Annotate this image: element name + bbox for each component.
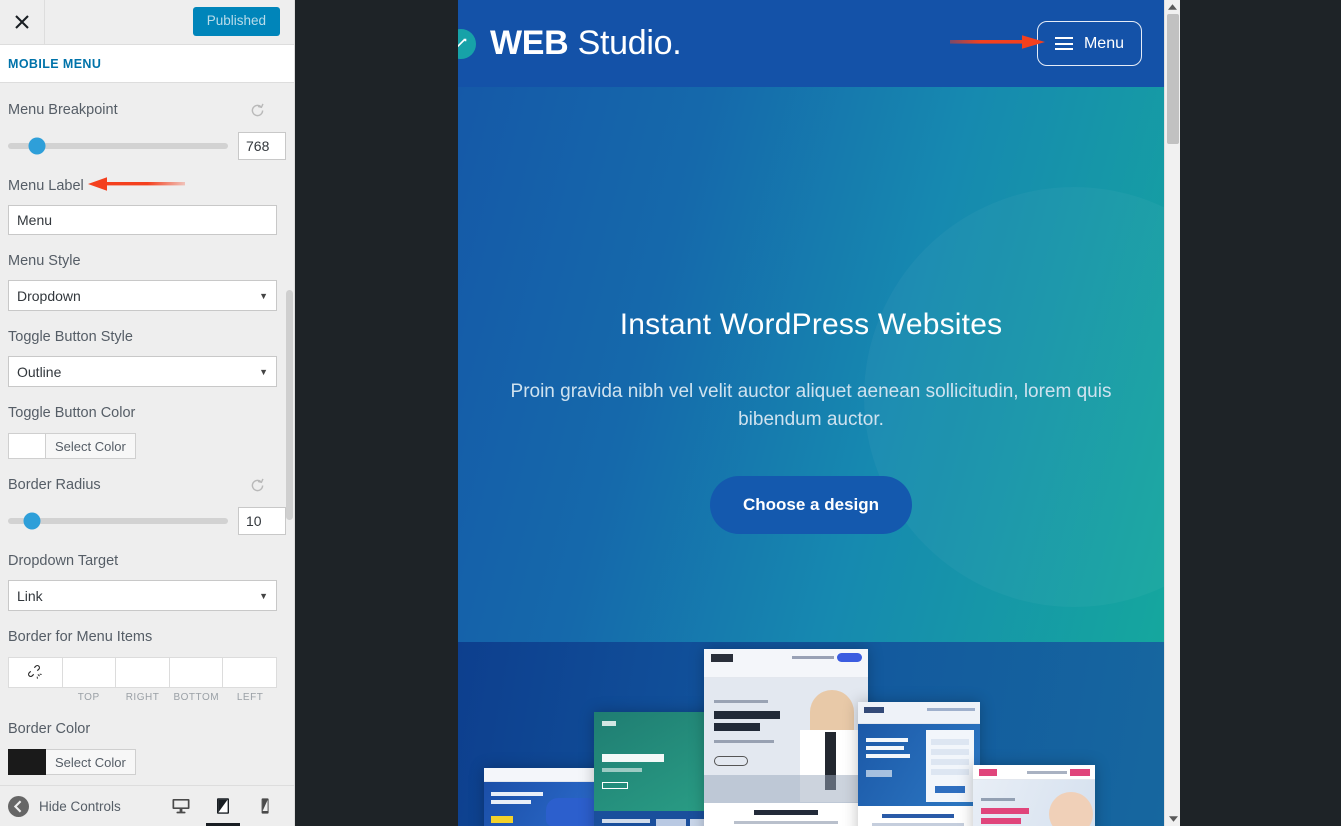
preview-scrollbar-track[interactable] xyxy=(1164,0,1180,826)
legend-top: TOP xyxy=(77,692,100,703)
hide-controls-button[interactable]: Hide Controls xyxy=(0,795,121,817)
unlink-icon[interactable] xyxy=(8,657,63,688)
control-label: Menu Breakpoint xyxy=(8,102,118,118)
border-left-input[interactable] xyxy=(223,657,277,688)
reset-icon[interactable] xyxy=(249,102,286,119)
mobile-menu-toggle-label: Menu xyxy=(1083,34,1124,52)
hero-subtitle: Proin gravida nibh vel velit auctor aliq… xyxy=(510,381,1112,430)
hero-section: Instant WordPress Websites Proin gravida… xyxy=(458,87,1164,642)
control-label: Border Radius xyxy=(8,477,101,493)
sidebar-controls-list: Menu Breakpoint Men xyxy=(0,84,294,785)
customizer-sidebar: Published MOBILE MENU Menu Breakpoint 76… xyxy=(0,0,295,826)
backdrop-right xyxy=(1180,0,1341,826)
slider-thumb[interactable] xyxy=(28,137,46,155)
close-icon[interactable] xyxy=(0,0,45,44)
publish-button[interactable]: Published xyxy=(192,7,280,36)
control-label: Toggle Button Style xyxy=(8,329,133,345)
scroll-down-icon[interactable] xyxy=(1165,812,1180,826)
menu-label-input[interactable] xyxy=(8,205,277,235)
control-label: Border Color xyxy=(8,721,91,737)
toggle-button-style-select[interactable]: Outline xyxy=(8,356,277,387)
slider-thumb[interactable] xyxy=(23,512,41,530)
hamburger-icon xyxy=(1054,34,1073,54)
menu-breakpoint-slider[interactable] xyxy=(8,137,228,155)
site-logo[interactable]: WEB Studio. xyxy=(458,24,682,63)
toggle-button-select-color-button[interactable]: Select Color xyxy=(46,433,136,459)
border-select-color-button[interactable]: Select Color xyxy=(46,749,136,775)
border-color-swatch[interactable] xyxy=(8,749,46,775)
hero-title: Instant WordPress Websites xyxy=(619,308,1003,341)
mobile-menu-toggle-button[interactable]: Menu xyxy=(1036,21,1142,66)
legend-right: RIGHT xyxy=(125,692,160,703)
logo-bold: WEB xyxy=(490,24,569,62)
control-label: Menu Label xyxy=(8,178,84,194)
toggle-button-color-swatch[interactable] xyxy=(8,433,46,459)
collapse-icon xyxy=(8,795,29,817)
site-header: WEB Studio. Menu xyxy=(458,0,1164,87)
hide-controls-label: Hide Controls xyxy=(39,798,121,814)
template-thumbnail-car[interactable] xyxy=(484,768,606,826)
logo-light: Studio. xyxy=(568,24,682,62)
control-label: Border for Menu Items xyxy=(8,629,153,645)
control-menu-breakpoint: Menu Breakpoint xyxy=(8,84,286,160)
border-radius-input[interactable] xyxy=(238,507,286,535)
sidebar-topbar: Published xyxy=(0,0,294,45)
control-toggle-button-color: Toggle Button Color Select Color xyxy=(8,387,286,459)
control-toggle-button-style: Toggle Button Style Outline ▼ xyxy=(8,311,286,387)
choose-a-design-button[interactable]: Choose a design xyxy=(710,476,912,534)
site-preview-frame: WEB Studio. Menu Instant WordPress Websi… xyxy=(458,0,1180,826)
sidebar-footer: Hide Controls xyxy=(0,785,294,826)
reset-icon[interactable] xyxy=(249,477,286,494)
legend-spacer: - xyxy=(8,692,62,703)
template-thumbnail-med[interactable] xyxy=(973,765,1095,826)
panel-title: MOBILE MENU xyxy=(0,45,294,83)
menu-style-select[interactable]: Dropdown xyxy=(8,280,277,311)
template-thumbnail-main[interactable] xyxy=(704,649,868,826)
control-menu-style: Menu Style Dropdown ▼ xyxy=(8,235,286,311)
scroll-up-icon[interactable] xyxy=(1165,0,1180,14)
control-dropdown-target: Dropdown Target Link ▼ xyxy=(8,535,286,611)
customizer-screen: Published MOBILE MENU Menu Breakpoint 76… xyxy=(0,0,1341,826)
template-collage xyxy=(458,642,1164,826)
site-logo-text: WEB Studio. xyxy=(490,24,682,63)
menu-breakpoint-input[interactable] xyxy=(238,132,286,160)
legend-bottom: BOTTOM xyxy=(173,692,220,703)
circle-brand-icon xyxy=(458,28,476,59)
legend-left: LEFT xyxy=(236,692,264,703)
border-radius-slider[interactable] xyxy=(8,512,228,530)
border-top-input[interactable] xyxy=(62,657,117,688)
desktop-icon[interactable] xyxy=(160,786,202,826)
control-border-radius: Border Radius xyxy=(8,459,286,535)
border-bottom-input[interactable] xyxy=(169,657,224,688)
preview-scrollbar-thumb[interactable] xyxy=(1167,14,1179,144)
border-right-input[interactable] xyxy=(116,657,170,688)
device-preview-buttons xyxy=(160,786,286,826)
control-menu-label: Menu Label xyxy=(8,160,286,235)
tablet-icon[interactable] xyxy=(202,786,244,826)
control-label: Toggle Button Color xyxy=(8,405,136,421)
dropdown-target-select[interactable]: Link xyxy=(8,580,277,611)
template-thumbnail-form[interactable] xyxy=(858,702,980,826)
previewed-site: WEB Studio. Menu Instant WordPress Websi… xyxy=(458,0,1164,826)
sidebar-scrollbar[interactable] xyxy=(286,290,293,520)
control-border-for-menu-items: Border for Menu Items - xyxy=(8,611,286,703)
control-border-color: Border Color Select Color xyxy=(8,703,286,775)
border-legend-row: - TOP RIGHT BOTTOM LEFT xyxy=(8,692,277,703)
backdrop-left xyxy=(295,0,458,826)
control-label: Menu Style xyxy=(8,253,81,269)
mobile-icon[interactable] xyxy=(244,786,286,826)
control-label: Dropdown Target xyxy=(8,553,119,569)
